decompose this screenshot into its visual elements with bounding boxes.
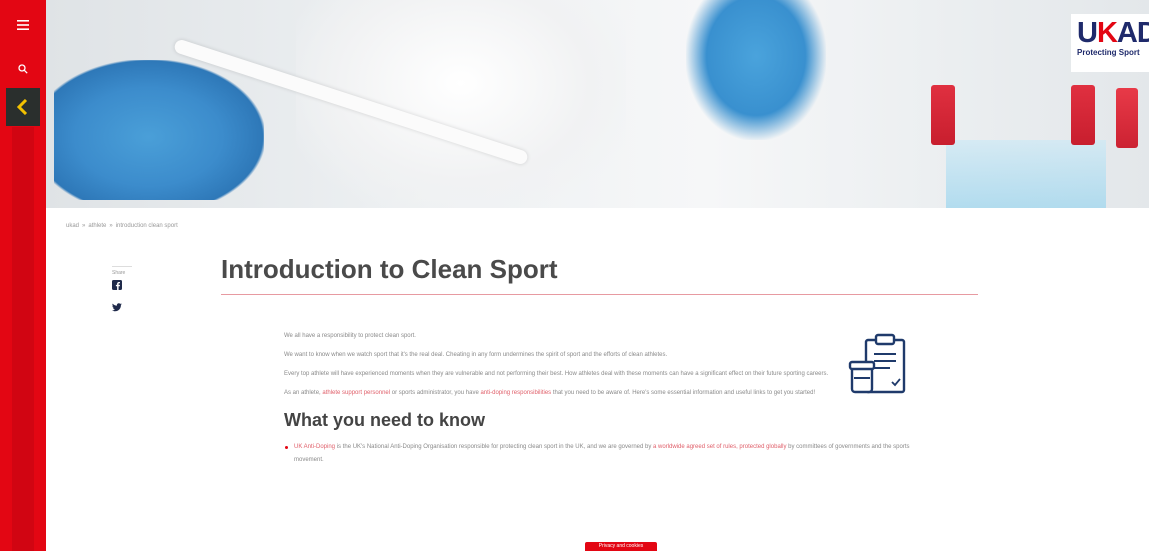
- anti-doping-responsibilities-link[interactable]: anti-doping responsibilities: [480, 390, 551, 396]
- hero-sample-tube: [1116, 88, 1138, 148]
- search-icon[interactable]: [8, 54, 38, 84]
- title-divider: [221, 294, 978, 295]
- intro-paragraph-4: As an athlete, athlete support personnel…: [284, 387, 914, 400]
- back-arrow-icon-svg: [16, 99, 28, 115]
- p4-text-middle: or sports administrator, you have: [390, 390, 481, 396]
- ukad-link[interactable]: UK Anti-Doping: [294, 444, 335, 450]
- facebook-icon[interactable]: [112, 280, 122, 290]
- breadcrumb-separator: »: [82, 223, 86, 229]
- page-title: Introduction to Clean Sport: [221, 254, 558, 284]
- logo-letter-k: K: [1096, 17, 1118, 49]
- breadcrumb-link-home[interactable]: ukad: [66, 223, 79, 229]
- p4-text-after: that you need to be aware of. Here's som…: [551, 390, 816, 396]
- hero-sample-tube: [931, 85, 955, 145]
- ukad-logo[interactable]: UKAD Protecting Sport: [1071, 14, 1149, 72]
- logo-tagline: Protecting Sport: [1077, 48, 1140, 57]
- section-heading: What you need to know: [284, 410, 485, 430]
- hamburger-menu-icon-svg: [17, 20, 29, 30]
- twitter-icon[interactable]: [112, 302, 122, 312]
- back-arrow-icon[interactable]: [6, 88, 40, 126]
- search-icon-svg: [18, 64, 28, 74]
- hero-sample-tube: [1071, 85, 1095, 145]
- logo-letters-ad: AD: [1116, 17, 1149, 49]
- logo-letter-u: U: [1077, 17, 1098, 49]
- breadcrumb-link-athlete[interactable]: athlete: [88, 223, 106, 229]
- intro-paragraph-2: We want to know when we watch sport that…: [284, 352, 668, 358]
- rail-strip: [12, 127, 34, 551]
- breadcrumb: ukad» athlete» introduction clean sport: [66, 223, 178, 229]
- p4-text-before: As an athlete,: [284, 390, 323, 396]
- athlete-support-personnel-link[interactable]: athlete support personnel: [322, 390, 390, 396]
- worldwide-rules-link[interactable]: a worldwide agreed set of rules, protect…: [653, 444, 786, 450]
- list-item: UK Anti-Doping is the UK's National Anti…: [284, 441, 914, 467]
- side-rail: [0, 0, 46, 551]
- hero-glove-left: [54, 60, 264, 200]
- intro-paragraph-3: Every top athlete will have experienced …: [284, 371, 829, 377]
- main-content: We all have a responsibility to protect …: [284, 330, 914, 467]
- breadcrumb-current: introduction clean sport: [115, 223, 178, 229]
- hero-banner: UKAD Protecting Sport: [46, 0, 1149, 208]
- share-panel: Share: [112, 266, 132, 324]
- cookie-settings-button[interactable]: Privacy and cookies: [585, 542, 657, 551]
- hero-beaker: [946, 140, 1106, 208]
- logo-mark: UKAD: [1077, 17, 1149, 49]
- share-label: Share: [112, 266, 132, 276]
- bullet-text: is the UK's National Anti-Doping Organis…: [335, 444, 654, 450]
- intro-paragraph-1: We all have a responsibility to protect …: [284, 333, 416, 339]
- hero-glove-right: [686, 0, 826, 140]
- hamburger-menu-icon[interactable]: [8, 10, 38, 40]
- breadcrumb-separator: »: [109, 223, 113, 229]
